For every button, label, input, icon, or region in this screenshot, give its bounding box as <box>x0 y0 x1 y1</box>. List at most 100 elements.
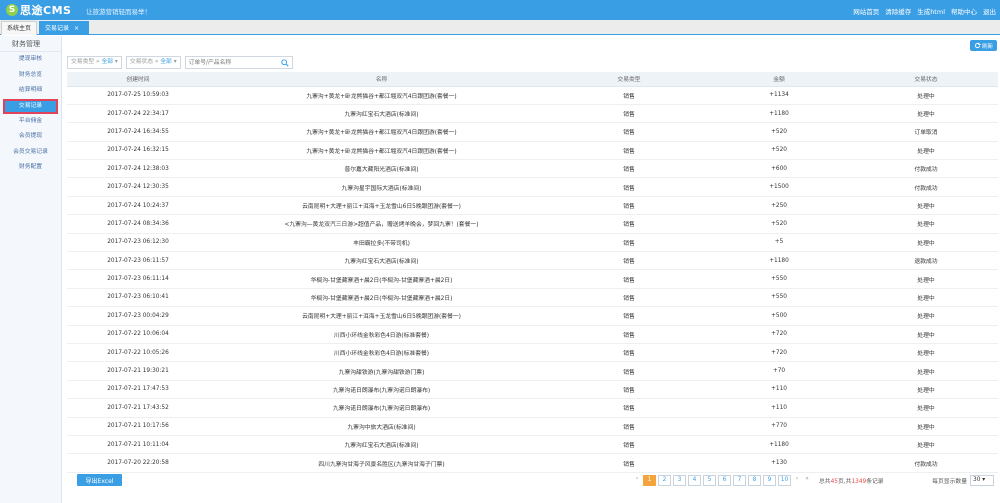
nav-clear-cache[interactable]: 清除缓存 <box>885 6 911 16</box>
cell-amount: +1134 <box>704 86 854 105</box>
cell-amount: +770 <box>704 417 854 436</box>
table-row[interactable]: 2017-07-24 10:24:37 云南昆明+大理+丽江+洱海+玉龙雪山6日5… <box>67 196 998 216</box>
cell-transaction-status: 处理中 <box>854 325 998 344</box>
prev-page-button[interactable]: ‹ <box>633 475 641 486</box>
last-page-button[interactable]: » <box>803 475 811 486</box>
cell-amount: +1180 <box>704 104 854 124</box>
filter-value: 全部 <box>160 59 172 65</box>
table-row[interactable]: 2017-07-21 10:17:56 九寨沟中旅大酒店(标准间) 销售 +770 处理… <box>67 417 998 436</box>
cell-amount: +5 <box>704 233 854 253</box>
cell-amount: +70 <box>704 361 854 381</box>
logo-mark-icon: S <box>6 4 18 16</box>
table-row[interactable]: 2017-07-23 00:04:29 云南昆明+大理+丽江+洱海+玉龙雪山6日5… <box>67 306 998 326</box>
page-button[interactable]: 8 <box>748 475 761 486</box>
table-row[interactable]: 2017-07-21 19:30:21 九寨沟甜铁游(九寨沟甜铁游门票) 销售 +70… <box>67 361 998 381</box>
cell-transaction-status: 处理中 <box>854 380 998 400</box>
cell-name: 丰田霸拉多(不带司机) <box>209 233 554 253</box>
filter-label: 交易类型 <box>71 59 95 65</box>
tab-transaction-records[interactable]: 交易记录 × <box>39 21 89 35</box>
cell-created-time: 2017-07-23 06:10:41 <box>67 288 209 308</box>
cell-created-time: 2017-07-21 17:47:53 <box>67 380 209 400</box>
cell-name: 川西小环线金秋彩色4日游(标准套餐) <box>209 343 554 363</box>
page-button[interactable]: 4 <box>688 475 701 486</box>
table-row[interactable]: 2017-07-21 17:43:52 九寨沟诺日朗瀑布(九寨沟诺日朗瀑布) 销售 +… <box>67 398 998 418</box>
sidebar-item[interactable]: 会员提现 <box>0 129 61 145</box>
page-button[interactable]: 6 <box>718 475 731 486</box>
table-row[interactable]: 2017-07-25 10:59:03 九寨沟+黄龙+卧龙熊猫谷+都江堰双汽4日跟… <box>67 86 998 105</box>
table-row[interactable]: 2017-07-23 06:12:30 丰田霸拉多(不带司机) 销售 +5 处理中 <box>67 233 998 253</box>
transaction-status-filter[interactable]: 交易状态 » 全部 ▾ <box>125 56 181 69</box>
table-row[interactable]: 2017-07-24 08:34:36 <九寨沟—黄龙双汽三日游>超值产品，赠送烤… <box>67 214 998 234</box>
page-list: 1 2 3 4 5 6 7 8 9 10 <box>643 475 791 486</box>
cell-amount: +250 <box>704 196 854 216</box>
nav-site-home[interactable]: 网站首页 <box>853 6 879 16</box>
table-header-row: 创建时间 名称 交易类型 金额 交易状态 <box>67 72 998 87</box>
cell-transaction-status: 处理中 <box>854 196 998 216</box>
page-button[interactable]: 2 <box>658 475 671 486</box>
cell-name: 四川九寨沟甘海子风景名胜区(九寨沟甘海子门票) <box>209 453 554 473</box>
col-created-time[interactable]: 创建时间 <box>67 72 209 87</box>
sidebar-item[interactable]: 提现审核 <box>0 52 61 68</box>
table-row[interactable]: 2017-07-24 12:38:03 普尔嘉大藏阳光酒店(标准间) 销售 +600 付… <box>67 159 998 179</box>
cell-name: 华榈沟-甘堡藏寨酒+晨2日(华榈沟-甘堡藏寨酒+晨2日) <box>209 288 554 308</box>
page-button[interactable]: 1 <box>643 475 656 486</box>
col-transaction-type[interactable]: 交易类型 <box>554 72 704 87</box>
table-row[interactable]: 2017-07-24 16:32:15 九寨沟+黄龙+卧龙熊猫谷+都江堰双汽4日跟… <box>67 141 998 161</box>
search-icon[interactable] <box>280 59 289 67</box>
table-row[interactable]: 2017-07-24 12:30:35 九寨沟星宇国际大酒店(标准间) 销售 +150… <box>67 177 998 197</box>
cell-name: 九寨沟红宝石大酒店(标准间) <box>209 435 554 455</box>
cell-transaction-type: 销售 <box>554 417 704 436</box>
cell-created-time: 2017-07-23 06:12:30 <box>67 233 209 253</box>
page-button[interactable]: 3 <box>673 475 686 486</box>
sidebar-item[interactable]: 会员交易记录 <box>0 145 61 161</box>
table-row[interactable]: 2017-07-24 22:34:17 九寨沟红宝石大酒店(标准间) 销售 +1180… <box>67 104 998 124</box>
col-name[interactable]: 名称 <box>209 72 554 87</box>
table-row[interactable]: 2017-07-23 06:11:57 九寨沟红宝石大酒店(标准间) 销售 +1180… <box>67 251 998 271</box>
close-icon[interactable]: × <box>74 25 79 32</box>
refresh-button[interactable]: 刷新 <box>970 40 997 51</box>
sidebar-item[interactable]: 平台佣金 <box>0 114 61 130</box>
export-excel-button[interactable]: 导出Excel <box>77 474 122 486</box>
cell-created-time: 2017-07-24 12:38:03 <box>67 159 209 179</box>
table-row[interactable]: 2017-07-22 10:06:04 川西小环线金秋彩色4日游(标准套餐) 销售 +… <box>67 325 998 344</box>
cell-transaction-type: 销售 <box>554 306 704 326</box>
total-records: 1349 <box>851 479 867 485</box>
table-row[interactable]: 2017-07-23 06:11:14 华榈沟-甘堡藏寨酒+晨2日(华榈沟-甘堡藏… <box>67 269 998 289</box>
search-input[interactable] <box>185 57 276 68</box>
page-button[interactable]: 9 <box>763 475 776 486</box>
cell-name: 九寨沟甜铁游(九寨沟甜铁游门票) <box>209 361 554 381</box>
cell-transaction-status: 处理中 <box>854 269 998 289</box>
tab-system-home[interactable]: 系统主页 <box>1 21 37 35</box>
nav-help-center[interactable]: 帮助中心 <box>951 6 977 16</box>
table-body: 2017-07-25 10:59:03 九寨沟+黄龙+卧龙熊猫谷+都江堰双汽4日跟… <box>67 86 998 473</box>
nav-generate-html[interactable]: 生成html <box>917 6 945 16</box>
transaction-type-filter[interactable]: 交易类型 » 全部 ▾ <box>67 56 122 69</box>
page-button[interactable]: 10 <box>778 475 791 486</box>
page-button[interactable]: 7 <box>733 475 746 486</box>
per-page-label: 每页显示数量 <box>932 479 967 485</box>
table-row[interactable]: 2017-07-24 16:34:55 九寨沟+黄龙+卧龙熊猫谷+都江堰双汽4日跟… <box>67 122 998 142</box>
cell-amount: +1180 <box>704 251 854 271</box>
cell-transaction-type: 销售 <box>554 196 704 216</box>
col-amount[interactable]: 金额 <box>704 72 854 87</box>
logo[interactable]: S 思途CMS <box>6 3 71 17</box>
col-transaction-status[interactable]: 交易状态 <box>854 72 998 87</box>
per-page-select[interactable]: 30 ▾ <box>970 475 994 486</box>
table-row[interactable]: 2017-07-23 06:10:41 华榈沟-甘堡藏寨酒+晨2日(华榈沟-甘堡藏… <box>67 288 998 308</box>
page-button[interactable]: 5 <box>703 475 716 486</box>
table-row[interactable]: 2017-07-21 10:11:04 九寨沟红宝石大酒店(标准间) 销售 +1180… <box>67 435 998 455</box>
sidebar-item[interactable]: 财务配置 <box>0 160 61 176</box>
next-page-button[interactable]: › <box>793 475 801 486</box>
cell-transaction-status: 处理中 <box>854 398 998 418</box>
sidebar-item[interactable]: 交易记录 <box>3 98 58 114</box>
cell-transaction-type: 销售 <box>554 251 704 271</box>
cell-created-time: 2017-07-21 10:17:56 <box>67 417 209 436</box>
sidebar-item[interactable]: 结算明细 <box>0 83 61 99</box>
cell-transaction-status: 处理中 <box>854 104 998 124</box>
table-row[interactable]: 2017-07-22 10:05:26 川西小环线金秋彩色4日游(标准套餐) 销售 +… <box>67 343 998 363</box>
table-row[interactable]: 2017-07-21 17:47:53 九寨沟诺日朗瀑布(九寨沟诺日朗瀑布) 销售 +… <box>67 380 998 400</box>
cell-name: 九寨沟+黄龙+卧龙熊猫谷+都江堰双汽4日跟团游(套餐一) <box>209 86 554 105</box>
nav-logout[interactable]: 退出 <box>983 6 996 16</box>
table-row[interactable]: 2017-07-20 22:20:58 四川九寨沟甘海子风景名胜区(九寨沟甘海子门… <box>67 453 998 473</box>
sidebar-item[interactable]: 财务总览 <box>0 68 61 84</box>
